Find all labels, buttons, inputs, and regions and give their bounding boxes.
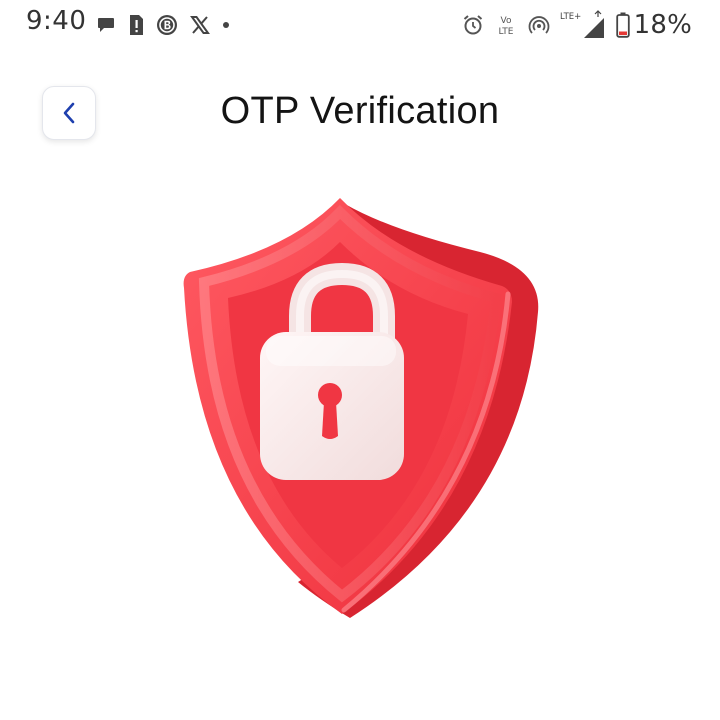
sim-alert-icon	[130, 15, 143, 35]
message-icon	[98, 18, 114, 32]
status-bar: 9:40 Vo LTE LTE+ 18%	[0, 0, 720, 52]
volte-text-top: Vo	[500, 16, 511, 26]
signal-icon: LTE+	[560, 10, 604, 38]
battery-percent: 18%	[633, 10, 692, 40]
x-logo-icon	[190, 16, 210, 34]
dot-icon	[223, 22, 229, 28]
battery-icon	[615, 12, 630, 38]
status-time: 9:40	[26, 6, 87, 36]
volte-text-bottom: LTE	[498, 27, 513, 37]
otp-verification-screen: 9:40 Vo LTE LTE+ 18% OTP Verification	[0, 0, 720, 720]
shield-lock-icon	[183, 198, 539, 618]
volte-icon: Vo LTE	[498, 16, 513, 37]
signal-type-text: LTE+	[560, 12, 581, 22]
b-circle-icon	[157, 15, 177, 35]
hotspot-icon	[528, 16, 550, 34]
notification-icons	[96, 12, 242, 38]
page-title: OTP Verification	[220, 90, 500, 132]
system-status-icons: Vo LTE LTE+ 18%	[452, 8, 692, 42]
alarm-icon	[463, 15, 482, 35]
